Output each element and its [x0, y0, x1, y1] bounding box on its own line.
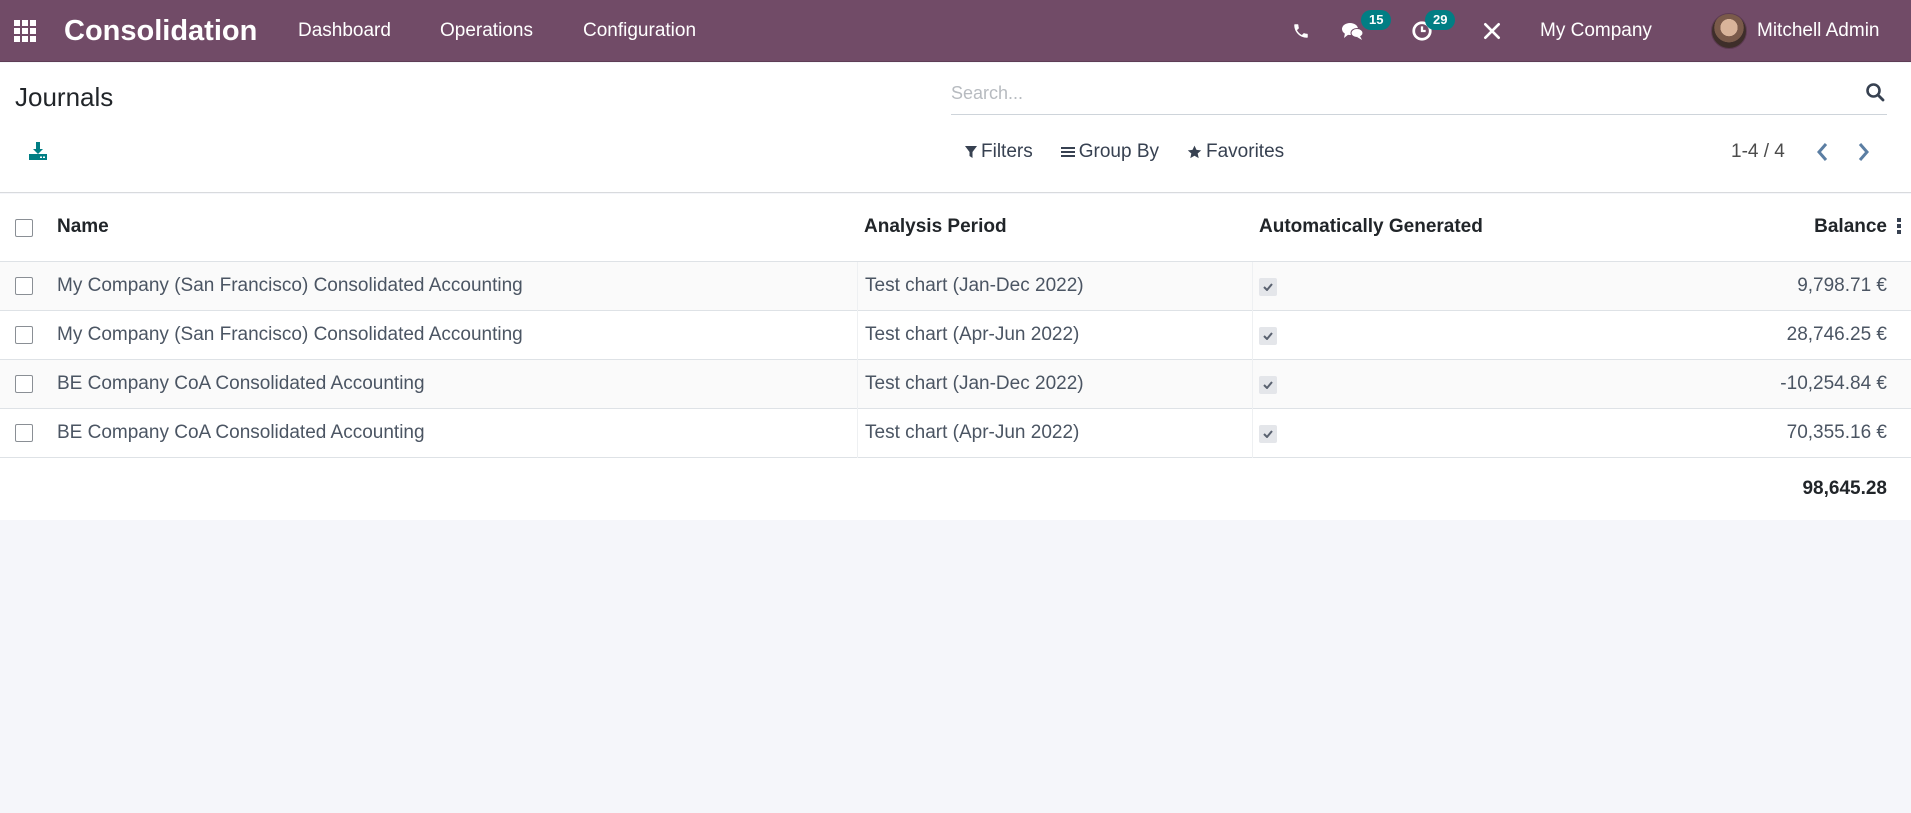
row-checkbox[interactable] [15, 277, 33, 295]
cell-period: Test chart (Apr-Jun 2022) [865, 422, 1080, 443]
download-icon [29, 142, 47, 160]
filters-button[interactable]: Filters [965, 141, 1033, 163]
column-name[interactable]: Name [57, 216, 109, 238]
phone-button[interactable] [1290, 0, 1312, 62]
search-bar [951, 71, 1887, 115]
phone-icon [1294, 24, 1308, 38]
menu-configuration[interactable]: Configuration [583, 0, 696, 62]
auto-generated-checkbox [1259, 425, 1277, 443]
row-checkbox[interactable] [15, 326, 33, 344]
table-footer: 98,645.28 [0, 458, 1911, 520]
checkmark-icon [1263, 283, 1273, 291]
auto-generated-checkbox [1259, 376, 1277, 394]
avatar [1711, 13, 1747, 49]
column-balance[interactable]: Balance [1814, 216, 1887, 238]
column-auto-generated[interactable]: Automatically Generated [1259, 216, 1483, 238]
cell-name: My Company (San Francisco) Consolidated … [57, 275, 523, 296]
messages-button[interactable] [1340, 0, 1366, 62]
cell-name: BE Company CoA Consolidated Accounting [57, 373, 425, 394]
user-name: Mitchell Admin [1757, 20, 1880, 41]
menu-operations[interactable]: Operations [440, 0, 533, 62]
search-button[interactable] [1865, 82, 1885, 102]
user-menu[interactable]: Mitchell Admin [1711, 0, 1880, 62]
groupby-button[interactable]: Group By [1060, 141, 1159, 163]
table-row[interactable]: My Company (San Francisco) Consolidated … [0, 311, 1911, 360]
dots-vertical-icon [1897, 218, 1901, 222]
row-checkbox[interactable] [15, 424, 33, 442]
filters-label: Filters [981, 141, 1033, 162]
select-all-checkbox[interactable] [15, 219, 33, 237]
menu-dashboard[interactable]: Dashboard [298, 0, 391, 62]
checkmark-icon [1263, 332, 1273, 340]
favorites-button[interactable]: Favorites [1187, 141, 1284, 163]
company-switcher[interactable]: My Company [1540, 0, 1652, 62]
pager-value[interactable]: 1-4 / 4 [1731, 141, 1785, 163]
balance-total: 98,645.28 [1802, 478, 1887, 499]
search-icon [1866, 83, 1885, 102]
cell-name: BE Company CoA Consolidated Accounting [57, 422, 425, 443]
cell-balance: -10,254.84 € [1780, 373, 1887, 394]
messages-badge: 15 [1361, 10, 1392, 30]
top-navbar: Consolidation Dashboard Operations Confi… [0, 0, 1911, 62]
control-panel: Journals Filters Group By Favorites 1-4 … [0, 63, 1911, 193]
favorites-label: Favorites [1206, 141, 1285, 162]
pager-previous-button[interactable] [1815, 141, 1835, 163]
chevron-left-icon [1817, 143, 1828, 161]
activities-button[interactable] [1410, 0, 1434, 62]
cell-balance: 9,798.71 € [1797, 275, 1887, 296]
checkmark-icon [1263, 381, 1273, 389]
column-analysis-period[interactable]: Analysis Period [864, 216, 1007, 238]
cell-balance: 28,746.25 € [1786, 324, 1887, 345]
cell-name: My Company (San Francisco) Consolidated … [57, 324, 523, 345]
search-options: Filters Group By Favorites [965, 141, 1284, 163]
checkmark-icon [1263, 430, 1273, 438]
table-row[interactable]: BE Company CoA Consolidated Accounting T… [0, 409, 1911, 458]
cell-period: Test chart (Jan-Dec 2022) [865, 373, 1084, 394]
table-header: Name Analysis Period Automatically Gener… [0, 194, 1911, 262]
page-title: Journals [15, 82, 114, 112]
activities-badge: 29 [1425, 10, 1456, 30]
row-checkbox[interactable] [15, 375, 33, 393]
chevron-right-icon [1858, 143, 1869, 161]
cell-period: Test chart (Jan-Dec 2022) [865, 275, 1084, 296]
auto-generated-checkbox [1259, 278, 1277, 296]
groupby-label: Group By [1078, 141, 1159, 162]
pager-next-button[interactable] [1855, 141, 1875, 163]
tools-icon [1484, 23, 1500, 40]
apps-menu-button[interactable] [14, 0, 40, 62]
table-row[interactable]: BE Company CoA Consolidated Accounting T… [0, 360, 1911, 409]
debug-tools-button[interactable] [1481, 0, 1503, 62]
auto-generated-checkbox [1259, 327, 1277, 345]
app-name[interactable]: Consolidation [64, 0, 257, 62]
search-input[interactable] [951, 77, 1831, 109]
list-icon [1060, 147, 1075, 157]
table-row[interactable]: My Company (San Francisco) Consolidated … [0, 262, 1911, 311]
optional-columns-toggle[interactable] [1897, 218, 1901, 236]
apps-grid-icon [14, 20, 36, 42]
export-button[interactable] [28, 141, 50, 163]
star-icon [1187, 145, 1202, 159]
filter-icon [965, 146, 977, 158]
cell-period: Test chart (Apr-Jun 2022) [865, 324, 1080, 345]
journals-table: Name Analysis Period Automatically Gener… [0, 194, 1911, 520]
cell-balance: 70,355.16 € [1786, 422, 1887, 443]
